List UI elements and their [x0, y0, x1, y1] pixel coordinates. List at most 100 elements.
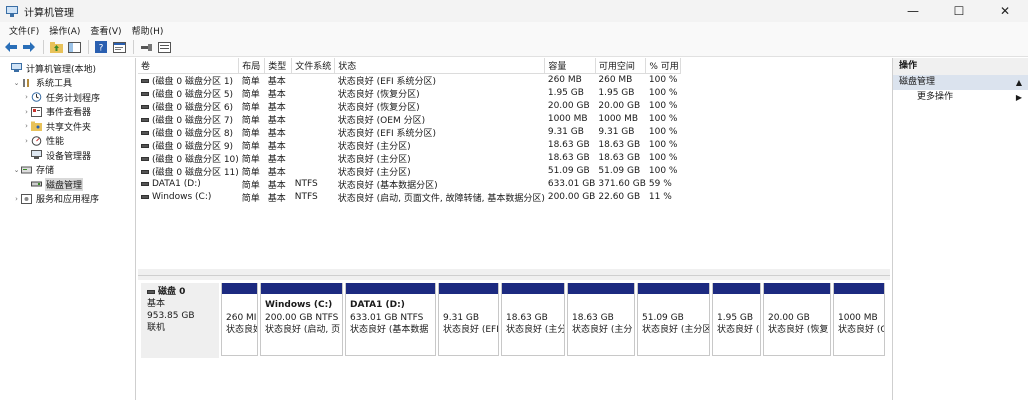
column-percent-free[interactable]: % 可用 — [645, 58, 682, 74]
tree-item-5[interactable]: › 性能 — [0, 134, 135, 149]
cell-volume: (磁盘 0 磁盘分区 5) — [138, 87, 239, 100]
column-status[interactable]: 状态 — [334, 58, 546, 74]
show-hide-tree-button[interactable] — [66, 39, 82, 55]
back-button[interactable] — [3, 39, 19, 55]
menu-help[interactable]: 帮助(H) — [127, 24, 169, 37]
clock-icon — [31, 92, 42, 103]
partition-name — [506, 299, 562, 312]
forward-button[interactable] — [21, 39, 37, 55]
more-actions-item[interactable]: 更多操作 ▶ — [893, 90, 1028, 105]
cell-filesystem: NTFS — [294, 192, 318, 202]
menu-bar: 文件(F) 操作(A) 查看(V) 帮助(H) — [0, 22, 1028, 38]
chevron-right-icon[interactable]: › — [22, 122, 31, 130]
table-row[interactable]: (磁盘 0 磁盘分区 5) 简单 基本 状态良好 (恢复分区) 1.95 GB 1.95 … — [138, 87, 681, 100]
tree-item-2[interactable]: › 任务计划程序 — [0, 90, 135, 105]
volume-name: (磁盘 0 磁盘分区 7) — [152, 115, 234, 126]
partition-1[interactable]: Windows (C:) 200.00 GB NTFS 状态良好 (启动, 页 — [260, 283, 343, 356]
column-filesystem[interactable]: 文件系统 — [291, 58, 336, 74]
cell-layout: 简单 — [241, 167, 260, 178]
minimize-button[interactable]: — — [890, 0, 936, 22]
chevron-down-icon[interactable]: ⌄ — [12, 79, 21, 87]
horizontal-scrollbar[interactable] — [138, 269, 890, 275]
column-free-space[interactable]: 可用空间 — [595, 58, 647, 74]
volume-icon — [141, 194, 149, 199]
partition-2[interactable]: DATA1 (D:) 633.01 GB NTFS 状态良好 (基本数据 — [345, 283, 436, 356]
partition-details: DATA1 (D:) 633.01 GB NTFS 状态良好 (基本数据 — [350, 299, 433, 337]
partition-size: 20.00 GB — [768, 312, 810, 323]
menu-action[interactable]: 操作(A) — [44, 24, 85, 37]
cell-layout: 简单 — [241, 115, 260, 126]
partition-5[interactable]: 18.63 GB 状态良好 (主分 — [567, 283, 635, 356]
volume-icon — [141, 79, 149, 83]
close-button[interactable]: ✕ — [982, 0, 1028, 22]
toolbar-separator — [133, 40, 134, 54]
table-row[interactable]: (磁盘 0 磁盘分区 11) 简单 基本 状态良好 (主分区) 51.09 GB 51.0… — [138, 165, 681, 178]
view-button[interactable] — [156, 39, 172, 55]
up-level-button[interactable] — [48, 39, 64, 55]
maximize-button[interactable]: ☐ — [936, 0, 982, 22]
help-button[interactable]: ? — [93, 39, 109, 55]
connect-button[interactable] — [138, 39, 154, 55]
table-row[interactable]: (磁盘 0 磁盘分区 8) 简单 基本 状态良好 (EFI 系统分区) 9.31 GB 9… — [138, 126, 681, 139]
partition-status: 状态良好 (启动, 页 — [265, 325, 341, 335]
cell-type: 基本 — [267, 154, 286, 165]
partition-7[interactable]: 1.95 GB 状态良好 ( — [712, 283, 761, 356]
partition-details: 1000 MB 状态良好 (O — [838, 299, 884, 337]
table-row[interactable]: (磁盘 0 磁盘分区 7) 简单 基本 状态良好 (OEM 分区) 1000 MB 100… — [138, 113, 681, 126]
tree-item-6[interactable]: 设备管理器 — [0, 148, 135, 163]
partition-8[interactable]: 20.00 GB 状态良好 (恢复 — [763, 283, 831, 356]
cell-percent-free: 100 % — [648, 140, 678, 150]
column-layout[interactable]: 布局 — [238, 58, 266, 74]
device-manager-icon — [31, 150, 42, 160]
table-row[interactable]: (磁盘 0 磁盘分区 9) 简单 基本 状态良好 (主分区) 18.63 GB 18.63… — [138, 139, 681, 152]
tree-item-3[interactable]: › 事件查看器 — [0, 105, 135, 120]
partition-name — [226, 299, 255, 312]
volume-icon — [141, 92, 149, 96]
menu-view[interactable]: 查看(V) — [85, 24, 126, 37]
tree-item-0[interactable]: 计算机管理(本地) — [0, 61, 135, 76]
cell-free-space: 51.09 GB — [598, 166, 641, 176]
chevron-right-icon[interactable]: › — [12, 195, 21, 203]
table-row[interactable]: (磁盘 0 磁盘分区 10) 简单 基本 状态良好 (主分区) 18.63 GB 18.6… — [138, 152, 681, 165]
partition-size: 260 MI — [226, 312, 257, 323]
tree-item-9[interactable]: › 服务和应用程序 — [0, 192, 135, 207]
partition-status: 状态良好 ( — [717, 325, 760, 335]
partition-0[interactable]: 260 MI 状态良好 — [221, 283, 258, 356]
chevron-right-icon[interactable]: › — [22, 137, 31, 145]
disk-name: 磁盘 0 — [158, 287, 186, 297]
partition-3[interactable]: 9.31 GB 状态良好 (EFI — [438, 283, 499, 356]
column-capacity[interactable]: 容量 — [544, 58, 596, 74]
tree-item-7[interactable]: ⌄ 存储 — [0, 163, 135, 178]
menu-file[interactable]: 文件(F) — [4, 24, 44, 37]
cell-status: 状态良好 (主分区) — [337, 167, 411, 178]
disk-info[interactable]: 磁盘 0 基本 953.85 GB 联机 — [141, 283, 219, 358]
tree-item-8[interactable]: 磁盘管理 — [0, 177, 135, 192]
chevron-right-icon[interactable]: › — [22, 108, 31, 116]
cell-filesystem — [292, 87, 335, 100]
cell-volume: (磁盘 0 磁盘分区 11) — [138, 165, 239, 178]
chevron-right-icon[interactable]: › — [22, 93, 31, 101]
tree-item-1[interactable]: ⌄ 系统工具 — [0, 76, 135, 91]
partition-status: 状态良好 (EFI — [443, 325, 499, 335]
properties-button[interactable] — [111, 39, 127, 55]
table-row[interactable]: (磁盘 0 磁盘分区 6) 简单 基本 状态良好 (恢复分区) 20.00 GB 20.0… — [138, 100, 681, 113]
partition-size: 633.01 GB NTFS — [350, 312, 424, 323]
table-row[interactable]: (磁盘 0 磁盘分区 1) 简单 基本 状态良好 (EFI 系统分区) 260 MB 26… — [138, 73, 681, 87]
table-row[interactable]: DATA1 (D:) 简单 基本 NTFS 状态良好 (基本数据分区) 633.01 GB… — [138, 178, 681, 191]
cell-filesystem — [292, 113, 335, 126]
partition-6[interactable]: 51.09 GB 状态良好 (主分区 — [637, 283, 710, 356]
partition-size: 1.95 GB — [717, 312, 754, 323]
column-volume[interactable]: 卷 — [138, 58, 240, 74]
cell-volume: (磁盘 0 磁盘分区 8) — [138, 126, 239, 139]
chevron-down-icon[interactable]: ⌄ — [12, 166, 21, 174]
column-type[interactable]: 类型 — [264, 58, 293, 74]
volume-name: Windows (C:) — [152, 192, 212, 202]
table-row[interactable]: Windows (C:) 简单 基本 NTFS 状态良好 (启动, 页面文件, 故障转储… — [138, 191, 681, 204]
partition-status: 状态良好 (基本数据 — [350, 325, 429, 335]
cell-volume: (磁盘 0 磁盘分区 7) — [138, 113, 239, 126]
actions-section-disk-management[interactable]: 磁盘管理 ▲ — [893, 75, 1028, 90]
tree-item-4[interactable]: › 共享文件夹 — [0, 119, 135, 134]
volume-name: (磁盘 0 磁盘分区 8) — [152, 128, 234, 139]
partition-9[interactable]: 1000 MB 状态良好 (O — [833, 283, 885, 356]
partition-4[interactable]: 18.63 GB 状态良好 (主分 — [501, 283, 565, 356]
